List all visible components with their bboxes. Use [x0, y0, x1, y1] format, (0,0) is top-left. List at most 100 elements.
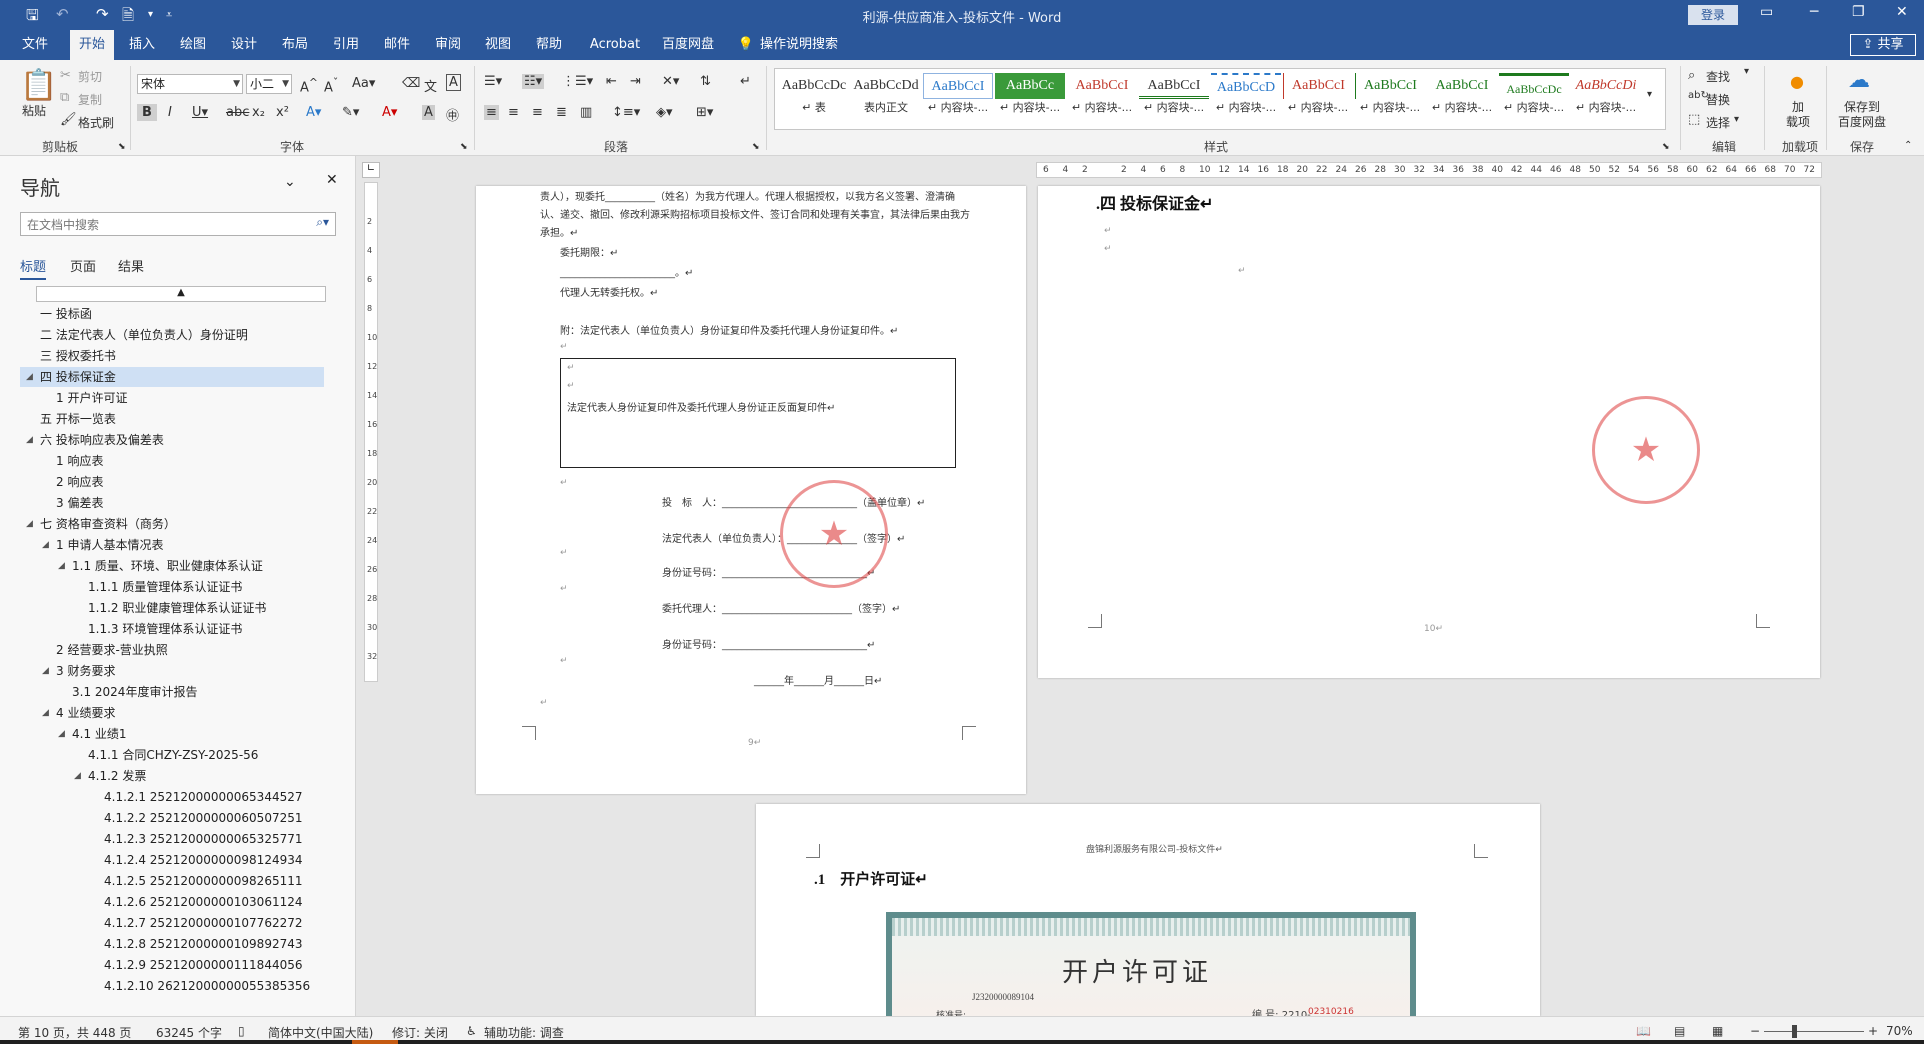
close-pane-icon[interactable]: ✕	[326, 172, 338, 188]
style-content-block-9[interactable]: AaBbCcDc ↵ 内容块-...	[1499, 73, 1569, 121]
tab-file[interactable]: 文件	[10, 30, 60, 60]
font-color-icon[interactable]: A▾	[382, 105, 397, 120]
style-content-block-5[interactable]: AaBbCcD ↵ 内容块-...	[1211, 73, 1281, 121]
select-icon[interactable]: ⬚	[1688, 112, 1700, 127]
superscript-icon[interactable]: x²	[276, 105, 289, 120]
chinese-layout-icon[interactable]: ✕▾	[662, 74, 679, 89]
style-content-block-4[interactable]: AaBbCcI ↵ 内容块-...	[1139, 73, 1209, 121]
align-left-icon[interactable]: ≡	[484, 105, 499, 120]
decrease-indent-icon[interactable]: ⇤	[606, 74, 617, 89]
tab-home[interactable]: 开始	[70, 30, 114, 60]
nav-heading-item[interactable]: 3 偏差表	[20, 493, 324, 513]
nav-heading-item[interactable]: ◢ 六 投标响应表及偏差表	[20, 430, 324, 450]
tab-help[interactable]: 帮助	[529, 30, 569, 60]
borders-icon[interactable]: ⊞▾	[696, 105, 713, 120]
style-table-body[interactable]: AaBbCcDd 表内正文	[851, 73, 921, 121]
nav-heading-item[interactable]: 4.1.2.10 26212000000055385356	[20, 976, 324, 996]
show-hide-marks-icon[interactable]: ↵	[740, 74, 751, 89]
nav-scroll-up[interactable]: ▲	[36, 286, 326, 302]
format-painter-icon[interactable]: 🖌	[60, 112, 77, 127]
word-count[interactable]: 63245 个字	[156, 1024, 222, 1041]
text-effects-icon[interactable]: A▾	[306, 105, 321, 120]
clear-formatting-icon[interactable]: ⌫	[402, 76, 420, 91]
sort-icon[interactable]: ⇅	[700, 74, 711, 89]
collapse-ribbon-icon[interactable]: ⌃	[1904, 140, 1912, 151]
addins-icon[interactable]: ●	[1790, 72, 1804, 91]
font-launcher-icon[interactable]: ⬊	[460, 142, 468, 152]
tab-insert[interactable]: 插入	[122, 30, 162, 60]
bullets-icon[interactable]: ☰▾	[484, 74, 502, 89]
font-size-combo[interactable]: 小二 ▼	[246, 74, 292, 94]
expand-triangle-icon[interactable]: ◢	[42, 661, 49, 681]
addins-button[interactable]: 加 载项	[1786, 100, 1810, 130]
nav-heading-item[interactable]: 2 经营要求-营业执照	[20, 640, 324, 660]
font-name-combo[interactable]: 宋体 ▼	[137, 74, 243, 94]
expand-triangle-icon[interactable]: ◢	[42, 535, 49, 555]
nav-heading-item[interactable]: ◢ 七 资格审查资料（商务）	[20, 514, 324, 534]
distributed-icon[interactable]: ▥	[580, 105, 592, 120]
nav-heading-item[interactable]: 三 授权委托书	[20, 346, 324, 366]
nav-heading-item[interactable]: ◢ 1.1 质量、环境、职业健康体系认证	[20, 556, 324, 576]
underline-icon[interactable]: U▾	[192, 105, 208, 120]
bold-icon[interactable]: B	[137, 104, 157, 121]
strikethrough-icon[interactable]: abc	[226, 105, 249, 120]
subscript-icon[interactable]: x₂	[252, 105, 265, 120]
find-icon[interactable]: ⌕	[1688, 68, 1695, 83]
expand-triangle-icon[interactable]: ◢	[26, 430, 33, 450]
style-content-block-8[interactable]: AaBbCcI ↵ 内容块-...	[1427, 73, 1497, 121]
expand-triangle-icon[interactable]: ◢	[26, 514, 33, 534]
print-layout-icon[interactable]: ▤	[1674, 1024, 1685, 1038]
style-content-block-10[interactable]: AaBbCcDi ↵ 内容块-...	[1571, 73, 1641, 121]
restore-icon[interactable]: ❐	[1852, 4, 1865, 20]
nav-heading-item[interactable]: 4.1.2.1 25212000000065344527	[20, 787, 324, 807]
tab-selector[interactable]: ∟	[362, 162, 380, 178]
character-border-icon[interactable]: A	[446, 74, 461, 91]
nav-heading-item[interactable]: 2 响应表	[20, 472, 324, 492]
language-status[interactable]: 简体中文(中国大陆)	[268, 1024, 373, 1041]
style-content-block-6[interactable]: AaBbCcI ↵ 内容块-...	[1283, 73, 1353, 121]
select-button[interactable]: 选择	[1706, 114, 1730, 131]
close-window-icon[interactable]: ✕	[1896, 4, 1908, 20]
nav-heading-item[interactable]: 4.1.2.6 25212000000103061124	[20, 892, 324, 912]
zoom-level[interactable]: 70%	[1886, 1024, 1913, 1038]
web-layout-icon[interactable]: ▦	[1712, 1024, 1723, 1038]
style-content-block-3[interactable]: AaBbCcI ↵ 内容块-...	[1067, 73, 1137, 121]
tell-me-search[interactable]: 操作说明搜索	[760, 30, 870, 60]
nav-options-icon[interactable]: ⌄	[284, 174, 296, 190]
nav-heading-item[interactable]: 一 投标函	[20, 304, 324, 324]
share-button[interactable]: ⇪ 共享	[1850, 34, 1916, 56]
style-content-block-2[interactable]: AaBbCc ↵ 内容块-...	[995, 73, 1065, 121]
expand-triangle-icon[interactable]: ◢	[58, 724, 65, 744]
tab-view[interactable]: 视图	[478, 30, 518, 60]
track-changes-status[interactable]: 修订: 关闭	[392, 1024, 448, 1041]
style-content-block-1[interactable]: AaBbCcI ↵ 内容块-...	[923, 73, 993, 121]
proofing-icon[interactable]: ▯	[238, 1024, 245, 1038]
grow-font-icon[interactable]: A^	[300, 76, 318, 95]
chevron-down-icon[interactable]: ▾	[1744, 66, 1749, 77]
nav-heading-item[interactable]: 1 开户许可证	[20, 388, 324, 408]
nav-tab-headings[interactable]: 标题	[20, 256, 47, 280]
nav-heading-item[interactable]: 1 响应表	[20, 451, 324, 471]
style-content-block-7[interactable]: AaBbCcI ↵ 内容块-...	[1355, 73, 1425, 121]
paste-icon[interactable]: 📋	[20, 68, 57, 103]
nav-heading-item[interactable]: ◢ 四 投标保证金	[20, 367, 324, 387]
nav-heading-item[interactable]: 4.1.2.5 25212000000098265111	[20, 871, 324, 891]
cut-icon[interactable]: ✂	[60, 68, 71, 83]
highlight-icon[interactable]: ✎▾	[342, 105, 359, 120]
nav-heading-item[interactable]: 4.1.2.2 25212000000060507251	[20, 808, 324, 828]
increase-indent-icon[interactable]: ⇥	[630, 74, 641, 89]
nav-heading-item[interactable]: 4.1.2.3 25212000000065325771	[20, 829, 324, 849]
nav-heading-item[interactable]: 3.1 2024年度审计报告	[20, 682, 324, 702]
read-mode-icon[interactable]: 📖	[1636, 1024, 1651, 1038]
shading-icon[interactable]: ◈▾	[656, 105, 673, 120]
expand-triangle-icon[interactable]: ◢	[74, 766, 81, 786]
tab-review[interactable]: 审阅	[428, 30, 468, 60]
ribbon-display-options-icon[interactable]: ▭	[1760, 4, 1773, 20]
change-case-icon[interactable]: Aa▾	[352, 76, 375, 91]
nav-search-input[interactable]: 在文档中搜索 ⌕▾	[20, 212, 336, 236]
phonetic-guide-icon[interactable]: 文	[424, 76, 437, 95]
nav-heading-item[interactable]: ◢ 4 业绩要求	[20, 703, 324, 723]
numbering-icon[interactable]: ☷▾	[522, 74, 545, 89]
nav-heading-item[interactable]: 二 法定代表人（单位负责人）身份证明	[20, 325, 324, 345]
paste-button[interactable]: 粘贴	[22, 102, 46, 119]
